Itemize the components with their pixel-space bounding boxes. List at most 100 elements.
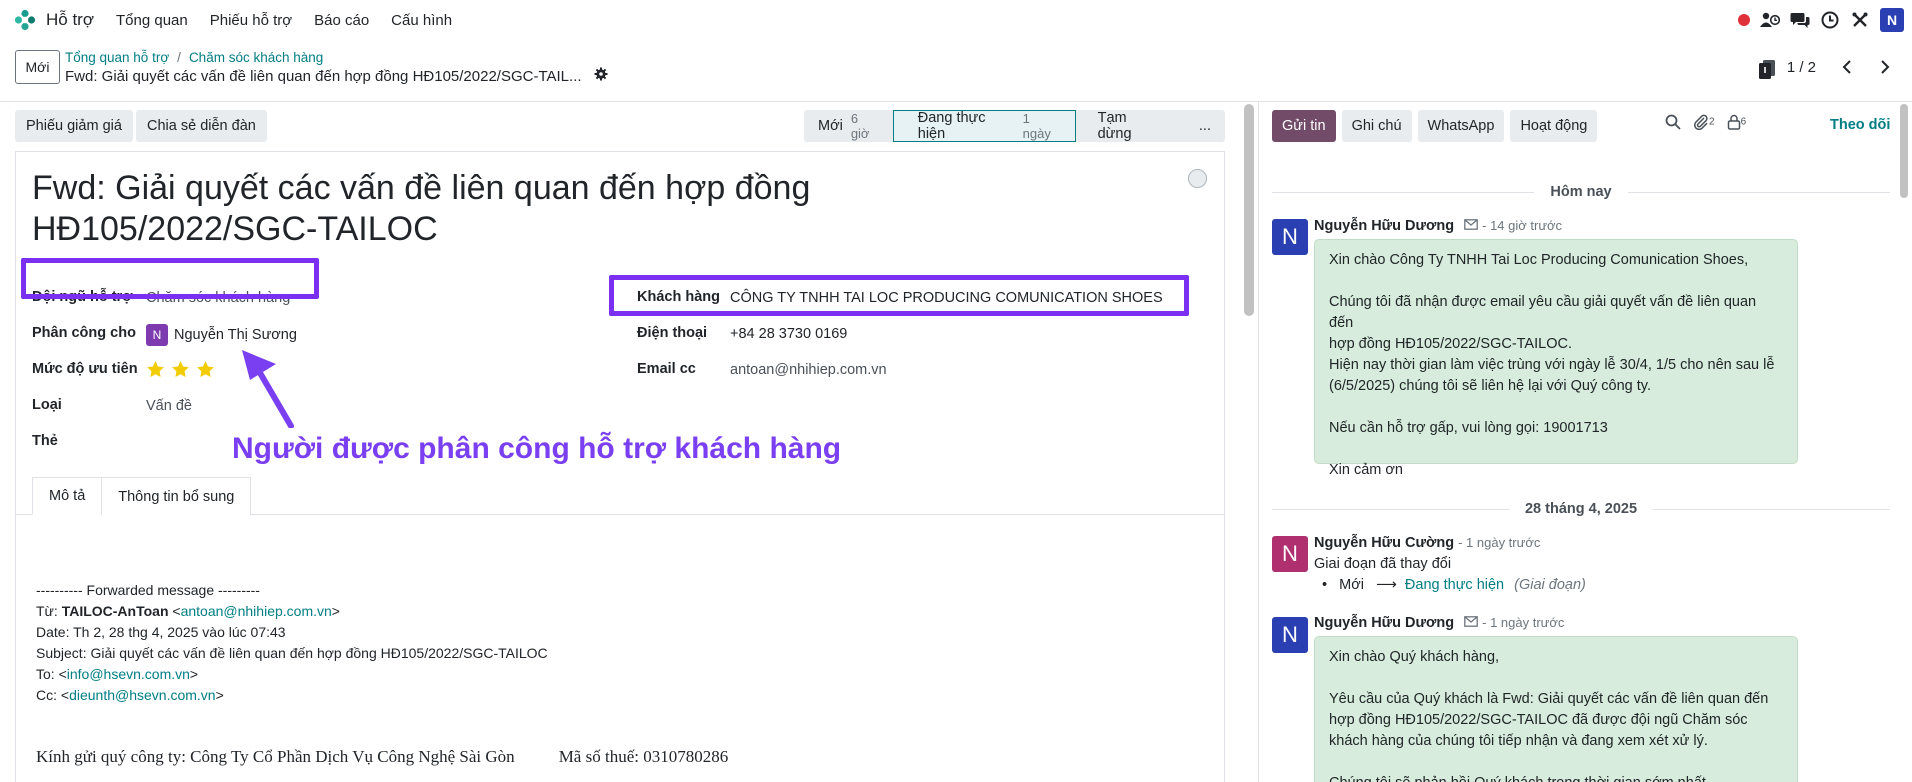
to-email-link[interactable]: info@hsevn.com.vn <box>67 666 190 682</box>
kanban-state-icon[interactable] <box>1188 169 1207 188</box>
stage-new[interactable]: Mới 6 giờ <box>804 110 893 142</box>
author-avatar[interactable]: N <box>1272 536 1308 572</box>
message-line: Chúng tôi sẽ phản hồi Quý khách trong th… <box>1329 773 1783 782</box>
search-icon[interactable] <box>1665 114 1681 133</box>
ticket-title[interactable]: Fwd: Giải quyết các vấn đề liên quan đến… <box>32 168 832 250</box>
follow-button[interactable]: Theo dõi <box>1830 117 1890 133</box>
presence-timer-icon[interactable] <box>1760 10 1780 30</box>
record-title: Fwd: Giải quyết các vấn đề liên quan đến… <box>65 67 608 85</box>
new-button[interactable]: Mới <box>15 50 60 84</box>
coupon-button[interactable]: Phiếu giảm giá <box>15 110 133 142</box>
emailcc-value[interactable]: antoan@nhihiep.com.vn <box>730 362 887 378</box>
send-message-button[interactable]: Gửi tin <box>1272 110 1336 142</box>
menu-tickets[interactable]: Phiếu hỗ trợ <box>210 12 292 29</box>
activity-clock-icon[interactable] <box>1820 10 1840 30</box>
message-line <box>1329 439 1783 460</box>
pager-previous-icon[interactable] <box>1834 54 1860 80</box>
forward-header: ---------- Forwarded message --------- <box>36 582 260 598</box>
menu-overview[interactable]: Tổng quan <box>116 12 188 29</box>
pager-value[interactable]: 1 / 2 <box>1787 59 1816 76</box>
star-icon[interactable] <box>146 360 165 379</box>
tracking-change: • Mới ⟶ Đang thực hiện (Giai đoạn) <box>1322 577 1586 593</box>
tools-icon[interactable] <box>1850 10 1870 30</box>
control-panel: Mới Tổng quan hỗ trợ / Chăm sóc khách hà… <box>0 40 1912 102</box>
author-avatar[interactable]: N <box>1272 617 1308 653</box>
attachments-button[interactable]: 2 <box>1693 114 1715 133</box>
whatsapp-button[interactable]: WhatsApp <box>1417 110 1505 142</box>
message-author: Nguyễn Hữu Dương - 1 ngày trước <box>1314 615 1564 631</box>
menu-configuration[interactable]: Cấu hình <box>391 12 452 29</box>
stage-in-progress[interactable]: Đang thực hiện 1 ngày <box>892 110 1076 142</box>
author-name[interactable]: Nguyễn Hữu Dương <box>1314 615 1454 631</box>
stage-paused[interactable]: Tạm dừng <box>1075 110 1178 142</box>
message-time: - 1 ngày trước <box>1458 535 1541 550</box>
arrow-right-icon: ⟶ <box>1368 577 1401 593</box>
from-email-link[interactable]: antoan@nhihiep.com.vn <box>181 603 332 619</box>
author-name[interactable]: Nguyễn Hữu Cường <box>1314 535 1454 551</box>
menu-reports[interactable]: Báo cáo <box>314 12 369 29</box>
message-line: Xin chào Quý khách hàng, <box>1329 649 1500 665</box>
annotation-arrow-icon <box>242 350 294 428</box>
app-title[interactable]: Hỗ trợ <box>46 10 94 30</box>
message-bubble: Xin chào Quý khách hàng, Yêu cầu của Quý… <box>1314 636 1798 782</box>
notebook-tabs: Mô tả Thông tin bổ sung <box>32 477 252 515</box>
tab-extra-info[interactable]: Thông tin bổ sung <box>101 477 252 515</box>
message-line <box>1329 271 1783 292</box>
breadcrumb-separator: / <box>177 50 181 65</box>
star-icon[interactable] <box>196 360 215 379</box>
priority-stars[interactable] <box>146 360 215 379</box>
recording-indicator-icon[interactable] <box>1738 14 1750 26</box>
star-icon[interactable] <box>171 360 190 379</box>
followers-button[interactable]: 6 <box>1727 114 1746 133</box>
tracking-new-value: Đang thực hiện <box>1404 577 1505 593</box>
bullet-icon: • <box>1322 577 1336 593</box>
message-line <box>1329 752 1783 773</box>
assign-label: Phân công cho <box>32 325 136 341</box>
author-avatar[interactable]: N <box>1272 219 1308 255</box>
attachment-preview-icon[interactable] <box>1757 58 1777 80</box>
annotation-text: Người được phân công hỗ trợ khách hàng <box>232 432 842 465</box>
stage-label: Mới <box>818 118 843 134</box>
discuss-chat-icon[interactable] <box>1790 10 1810 30</box>
customer-label: Khách hàng <box>637 289 720 305</box>
message-author: Nguyễn Hữu Cường - 1 ngày trước <box>1314 535 1540 551</box>
tracking-field: (Giai đoạn) <box>1514 577 1586 593</box>
chatter-icons: 2 6 <box>1665 114 1746 133</box>
gear-icon[interactable] <box>594 67 608 85</box>
message-line: Xin cảm ơn <box>1329 462 1403 478</box>
assign-field[interactable]: N Nguyễn Thị Sương <box>146 324 297 346</box>
breadcrumb-customer-care[interactable]: Chăm sóc khách hàng <box>189 50 323 65</box>
phone-value[interactable]: +84 28 3730 0169 <box>730 326 847 342</box>
systray: N <box>1738 8 1904 32</box>
user-avatar[interactable]: N <box>1880 8 1904 32</box>
share-forum-button[interactable]: Chia sẻ diễn đàn <box>136 110 267 142</box>
emailcc-label: Email cc <box>637 361 696 377</box>
cc-email-link[interactable]: dieunth@hsevn.com.vn <box>69 687 216 703</box>
message-time: - 14 giờ trước <box>1482 218 1563 233</box>
form-sheet: Fwd: Giải quyết các vấn đề liên quan đến… <box>15 151 1225 782</box>
form-scrollbar[interactable] <box>1244 104 1254 316</box>
pager: 1 / 2 <box>1787 54 1898 80</box>
stage-label: Tạm dừng <box>1097 110 1132 142</box>
stage-more[interactable]: ... <box>1176 110 1225 142</box>
chatter-scrollbar[interactable] <box>1900 104 1908 198</box>
helpdesk-logo-icon[interactable] <box>14 9 36 31</box>
customer-value[interactable]: CÔNG TY TNHH TAI LOC PRODUCING COMUNICAT… <box>730 290 1163 306</box>
date-separator-label: Hôm nay <box>1550 184 1612 200</box>
message-line: Hiện nay thời gian làm việc trùng với ng… <box>1329 357 1775 373</box>
message-time: - 1 ngày trước <box>1482 615 1565 630</box>
log-note-button[interactable]: Ghi chú <box>1341 110 1412 142</box>
activity-button[interactable]: Hoạt động <box>1510 110 1598 142</box>
breadcrumb-helpdesk-overview[interactable]: Tổng quan hỗ trợ <box>65 50 169 65</box>
author-name[interactable]: Nguyễn Hữu Dương <box>1314 218 1454 234</box>
stage-pipeline: Mới 6 giờ Đang thực hiện 1 ngày Tạm dừng… <box>804 110 1225 142</box>
tracking-old-value: Mới <box>1339 577 1364 593</box>
user-lock-icon <box>1727 114 1740 130</box>
pager-next-icon[interactable] <box>1872 54 1898 80</box>
email-subject-line: Subject: Giải quyết các vấn đề liên quan… <box>36 645 548 661</box>
email-body[interactable]: ---------- Forwarded message --------- T… <box>36 580 548 706</box>
type-value[interactable]: Vấn đề <box>146 398 192 414</box>
tab-description[interactable]: Mô tả <box>32 477 103 515</box>
tracking-title: Giai đoạn đã thay đổi <box>1314 556 1452 572</box>
date-separator: 28 tháng 4, 2025 <box>1272 499 1890 519</box>
